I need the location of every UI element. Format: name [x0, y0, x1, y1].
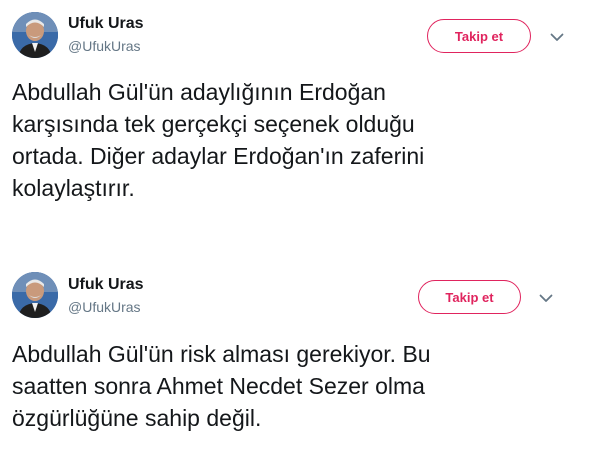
author-name[interactable]: Ufuk Uras [68, 15, 144, 33]
tweet-text-line: Abdullah Gül'ün risk alması gerekiyor. B… [12, 341, 431, 367]
tweet-text-line: Abdullah Gül'ün adaylığının Erdoğan [12, 79, 386, 105]
follow-button[interactable]: Takip et [427, 19, 531, 53]
tweet-card: Ufuk Uras @UfukUras Takip et Abdullah Gü… [0, 0, 616, 230]
tweet-text: Abdullah Gül'ün adaylığının Erdoğan karş… [12, 76, 572, 204]
tweet-text-line: özgürlüğüne sahip değil. [12, 405, 262, 431]
tweet-text-line: karşısında tek gerçekçi seçenek olduğu [12, 111, 415, 137]
follow-button[interactable]: Takip et [418, 280, 521, 314]
author-handle[interactable]: @UfukUras [68, 38, 141, 54]
tweet-text: Abdullah Gül'ün risk alması gerekiyor. B… [12, 338, 572, 434]
tweet-text-line: saatten sonra Ahmet Necdet Sezer olma [12, 373, 425, 399]
tweet-text-line: kolaylaştırır. [12, 175, 135, 201]
tweet-card: Ufuk Uras @UfukUras Takip et Abdullah Gü… [0, 262, 616, 451]
author-handle[interactable]: @UfukUras [68, 299, 141, 315]
avatar[interactable] [12, 272, 58, 318]
avatar[interactable] [12, 12, 58, 58]
chevron-down-icon[interactable] [547, 27, 567, 47]
author-name[interactable]: Ufuk Uras [68, 276, 144, 294]
avatar-image [12, 272, 58, 318]
tweet-text-line: ortada. Diğer adaylar Erdoğan'ın zaferin… [12, 143, 425, 169]
chevron-down-icon[interactable] [536, 288, 556, 308]
avatar-image [12, 12, 58, 58]
